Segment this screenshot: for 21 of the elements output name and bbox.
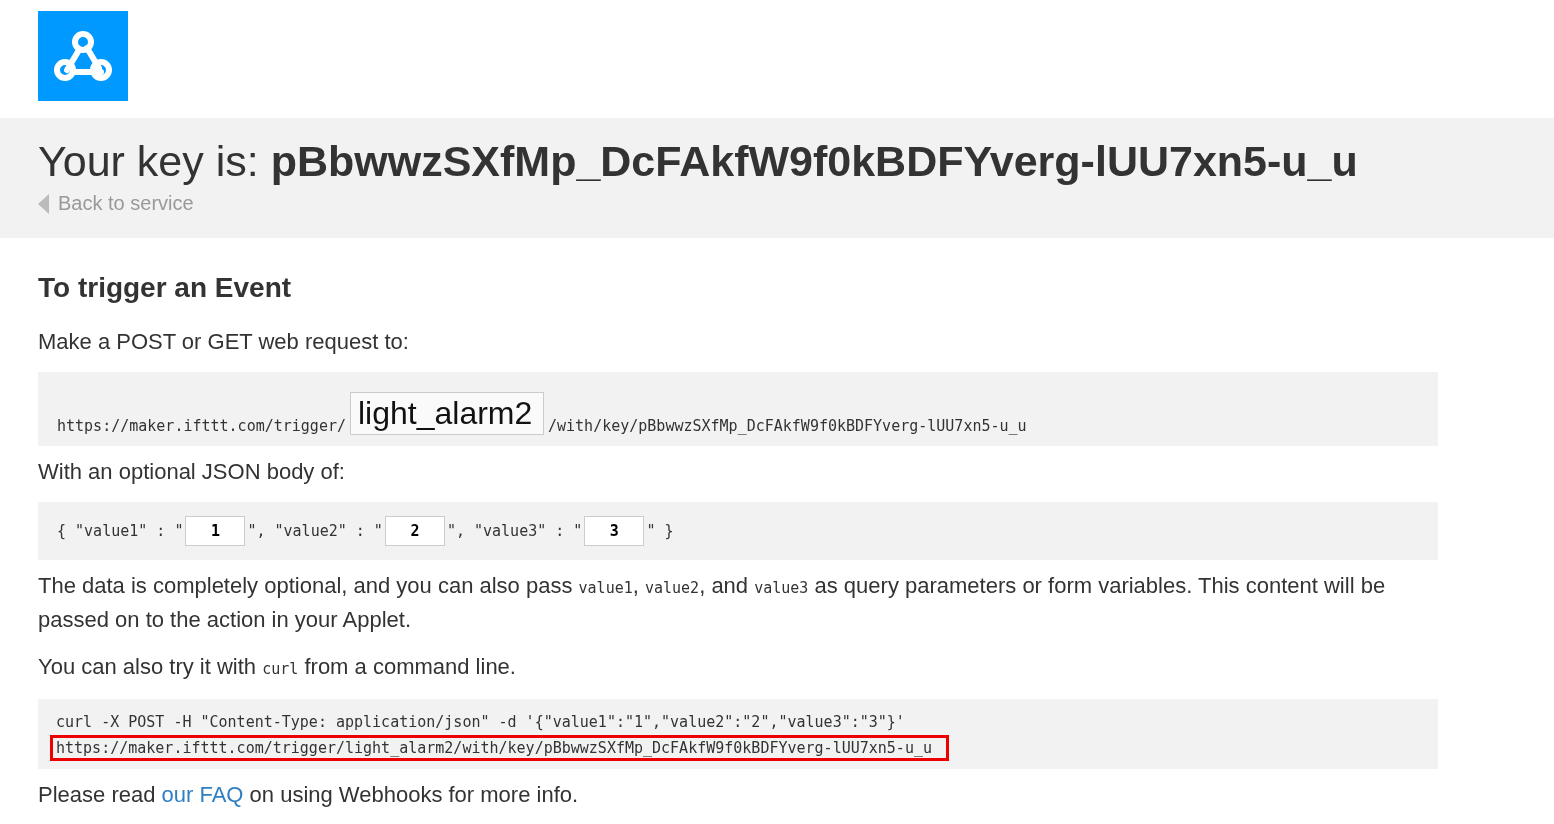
section-heading: To trigger an Event [38,272,293,304]
curl-intro-text: You can also try it with curl from a command line. [38,653,517,681]
value-field[interactable]: 3 [584,516,645,546]
url-suffix: /with/key/pBbwwzSXfMp_DcFAkfW9f0kBDFYverg-lUU7xn5-u_u [548,417,1027,435]
command-line: curl -X POST -H "Content-Type: application/json" -d '{"value1":"1","value2":"2","value3":"3"}' [55,712,906,733]
footer-text: Please read our FAQ on using Webhooks for more info. [38,781,580,809]
json-key-text: ", "value2" : " [247,522,383,540]
event-name-field[interactable]: light_alarm2 [350,392,544,435]
description-text: The data is completely optional, and you can also pass value1, value2, and value3 as query parameters or form variables. This content will be passed on to the action in your Applet. [38,572,1387,634]
value-field[interactable]: 2 [384,516,445,546]
url-prefix: https://maker.ifttt.com/trigger/ [57,417,346,435]
logo-icon [38,11,128,101]
json-close-text: " } [646,522,674,540]
request-intro-text: Make a POST or GET web request to: [38,328,410,356]
json-key-text: ", "value3" : " [446,522,583,540]
back-arrow-icon [38,193,49,214]
body-intro-text: With an optional JSON body of: [38,458,346,486]
faq-link[interactable]: our FAQ [161,782,244,807]
page-title: Your key is: pBbwwzSXfMp_DcFAkfW9f0kBDFYverg-lUU7xn5-u_u [38,136,1359,187]
value-field[interactable]: 1 [185,516,246,546]
json-key-text: { "value1" : " [57,522,184,540]
